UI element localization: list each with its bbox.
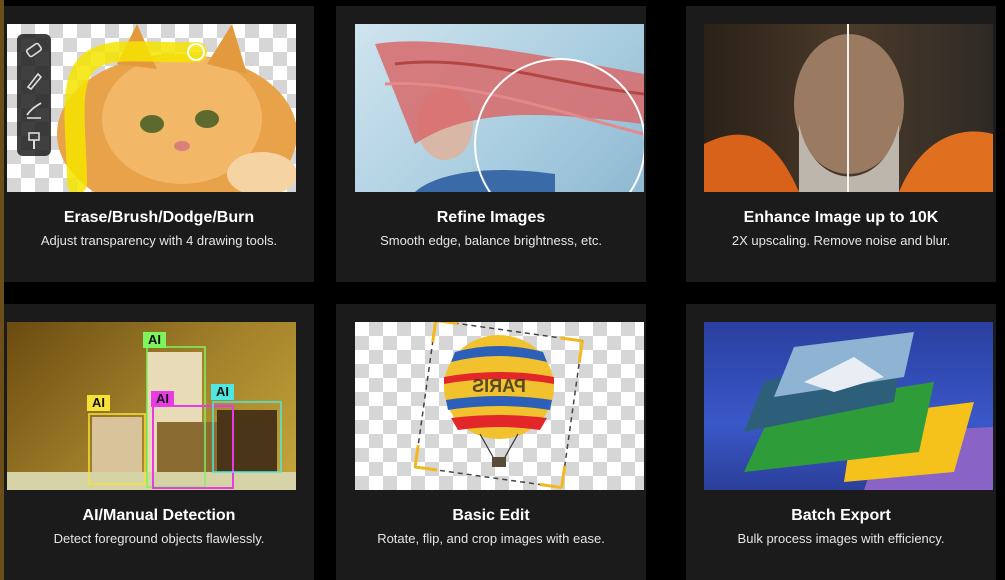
refine-preview-image: [355, 24, 644, 192]
card-description: 2X upscaling. Remove noise and blur.: [731, 233, 951, 248]
drawing-toolbar: [17, 34, 51, 156]
card-title: Erase/Brush/Dodge/Burn: [63, 209, 255, 226]
batch-export-preview-image: [704, 322, 993, 490]
card-description: Bulk process images with efficiency.: [737, 531, 945, 546]
brush-icon[interactable]: [23, 69, 45, 91]
basic-edit-preview-image: PARIS: [355, 322, 644, 490]
portrait-illustration: [704, 24, 993, 192]
ai-detection-tag: AI: [211, 384, 234, 400]
erase-preview-image: [7, 24, 296, 192]
stacked-images-illustration: [744, 332, 993, 490]
card-title: Batch Export: [791, 507, 891, 524]
feature-card-enhance[interactable]: Enhance Image up to 10K 2X upscaling. Re…: [686, 6, 996, 282]
card-title: Enhance Image up to 10K: [743, 209, 939, 226]
card-title: AI/Manual Detection: [82, 507, 236, 524]
feature-card-refine[interactable]: Refine Images Smooth edge, balance brigh…: [336, 6, 646, 282]
balloon-text: PARIS: [472, 376, 526, 396]
balloon-illustration: PARIS: [413, 322, 584, 490]
burn-icon[interactable]: [23, 130, 45, 152]
feature-card-erase[interactable]: Erase/Brush/Dodge/Burn Adjust transparen…: [4, 6, 314, 282]
card-description: Smooth edge, balance brightness, etc.: [380, 233, 602, 248]
ai-detection-tag: AI: [151, 391, 174, 407]
card-description: Detect foreground objects flawlessly.: [53, 531, 265, 546]
eraser-icon[interactable]: [23, 38, 45, 60]
ai-detection-tag: AI: [87, 395, 110, 411]
dodge-icon[interactable]: [23, 99, 45, 121]
card-description: Adjust transparency with 4 drawing tools…: [40, 233, 278, 248]
feature-card-basic-edit[interactable]: PARIS Basic Edit Rotate, flip, and crop …: [336, 304, 646, 580]
feature-card-detection[interactable]: AI AI AI AI AI/Manual Detection Detect f…: [4, 304, 314, 580]
enhance-preview-image: [704, 24, 993, 192]
feature-card-batch-export[interactable]: Batch Export Bulk process images with ef…: [686, 304, 996, 580]
detection-preview-image: AI AI AI AI: [7, 322, 296, 490]
ai-detection-tag: AI: [143, 332, 166, 348]
card-title: Basic Edit: [452, 507, 530, 524]
card-description: Rotate, flip, and crop images with ease.: [377, 531, 605, 546]
card-title: Refine Images: [436, 209, 546, 226]
hair-illustration: [375, 41, 644, 192]
